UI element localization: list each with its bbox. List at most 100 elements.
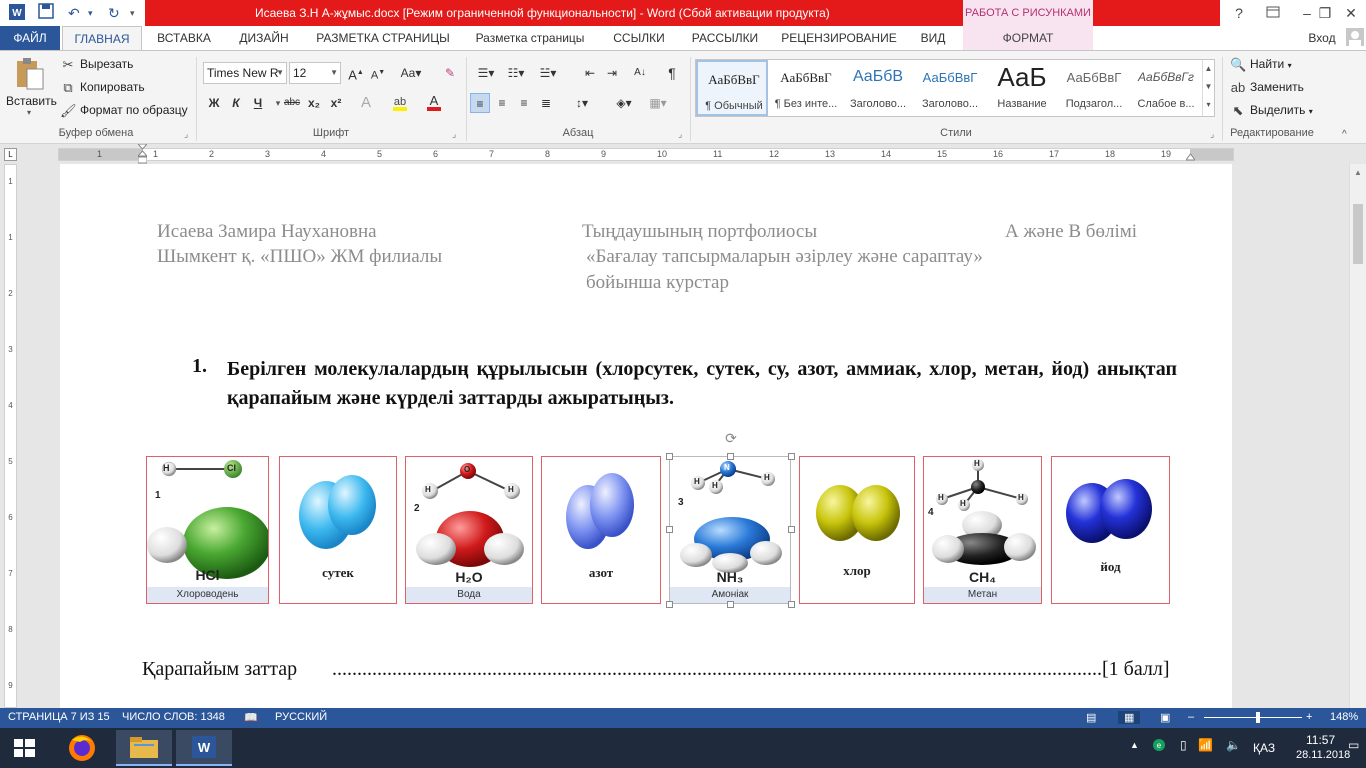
copy-button[interactable]: ⧉ Копировать	[60, 80, 144, 96]
italic-button[interactable]: К	[226, 93, 246, 113]
show-formatting-marks-icon[interactable]: ¶	[662, 63, 682, 83]
align-left-icon[interactable]: ≡	[470, 93, 490, 113]
multilevel-list-icon[interactable]: ☱▾	[534, 63, 562, 83]
tab-format[interactable]: ФОРМАТ	[963, 26, 1093, 50]
save-icon[interactable]	[38, 3, 54, 23]
scroll-thumb[interactable]	[1353, 204, 1363, 264]
network-icon[interactable]: 📶	[1198, 738, 1213, 752]
font-color-icon[interactable]: A	[424, 93, 444, 113]
align-right-icon[interactable]: ≡	[514, 93, 534, 113]
cut-button[interactable]: ✂ Вырезать	[60, 57, 134, 73]
molecule-iodine-image[interactable]: йод	[1051, 456, 1170, 604]
notifications-icon[interactable]: ▭	[1348, 738, 1359, 752]
styles-launcher-icon[interactable]: ⌟	[1210, 129, 1214, 140]
vertical-scrollbar[interactable]: ▲	[1349, 164, 1366, 708]
paste-button[interactable]: Вставить ▾	[6, 57, 57, 123]
subscript-button[interactable]: x₂	[304, 93, 324, 113]
resize-handle[interactable]	[788, 526, 795, 533]
shading-icon[interactable]: ◈▾	[610, 93, 638, 113]
line-spacing-icon[interactable]: ↕▾	[568, 93, 596, 113]
read-mode-icon[interactable]: ▤	[1086, 711, 1096, 724]
style-subtle-emphasis[interactable]: АаБбВвГг Слабое в...	[1130, 60, 1202, 116]
vertical-ruler[interactable]: 1 1 2 3 4 5 6 7 8 9	[0, 164, 20, 708]
tab-design[interactable]: ДИЗАЙН	[228, 26, 300, 50]
page-indicator[interactable]: СТРАНИЦА 7 ИЗ 15	[8, 711, 110, 723]
answer-dotted-line[interactable]: ........................................…	[332, 658, 1102, 681]
clear-formatting-icon[interactable]: ✎	[440, 63, 460, 83]
bullets-icon[interactable]: ☰▾	[472, 63, 500, 83]
zoom-out-icon[interactable]: –	[1188, 711, 1194, 723]
undo-dropdown-icon[interactable]: ▾	[88, 3, 93, 23]
zoom-in-icon[interactable]: +	[1306, 711, 1312, 723]
style-no-spacing[interactable]: АаБбВвГ ¶ Без инте...	[770, 60, 842, 116]
molecule-hcl-image[interactable]: 1 H Cl HCl Хлороводень	[146, 456, 269, 604]
zoom-level[interactable]: 148%	[1330, 711, 1358, 723]
font-size-combo[interactable]: 12 ▼	[289, 62, 341, 84]
word-app-icon[interactable]: W	[8, 3, 26, 23]
zoom-slider-thumb[interactable]	[1256, 712, 1260, 723]
tray-overflow-icon[interactable]: ▲	[1130, 740, 1139, 750]
print-layout-icon[interactable]: ▦	[1118, 711, 1141, 724]
battery-icon[interactable]: ▯	[1180, 738, 1187, 752]
document-page[interactable]: Исаева Замира Наухановна Шымкент қ. «ПШО…	[60, 164, 1232, 708]
horizontal-ruler[interactable]: L 1 1 2 3 4 5 6 7 8 9 10 11 12 13 14 15 16 17 18 19	[0, 143, 1366, 164]
decrease-indent-icon[interactable]: ⇤	[580, 63, 600, 83]
underline-button[interactable]: Ч	[248, 93, 268, 113]
zoom-slider[interactable]	[1204, 717, 1302, 718]
tab-file[interactable]: ФАЙЛ	[0, 26, 60, 50]
word-taskbar-icon[interactable]: W	[176, 730, 232, 766]
sign-in-link[interactable]: Вход	[1300, 26, 1344, 50]
user-avatar-icon[interactable]	[1344, 26, 1366, 50]
tab-view[interactable]: ВИД	[908, 26, 958, 50]
sort-icon[interactable]: A↓	[630, 63, 650, 83]
tab-selector-icon[interactable]: L	[4, 148, 17, 161]
tab-references[interactable]: ССЫЛКИ	[602, 26, 676, 50]
resize-handle[interactable]	[666, 526, 673, 533]
file-explorer-icon[interactable]	[116, 730, 172, 766]
clipboard-launcher-icon[interactable]: ⌟	[184, 129, 188, 140]
resize-handle[interactable]	[788, 453, 795, 460]
molecule-hydrogen-image[interactable]: сутек	[279, 456, 397, 604]
align-center-icon[interactable]: ≡	[492, 93, 512, 113]
style-normal[interactable]: АаБбВвГ ¶ Обычный	[696, 60, 768, 116]
font-launcher-icon[interactable]: ⌟	[452, 129, 456, 140]
find-button[interactable]: 🔍 Найти ▾	[1230, 57, 1292, 73]
word-count[interactable]: ЧИСЛО СЛОВ: 1348	[122, 711, 225, 723]
molecule-methane-image[interactable]: 4 H H H H CH₄ Метан	[923, 456, 1042, 604]
tab-review[interactable]: РЕЦЕНЗИРОВАНИЕ	[774, 26, 904, 50]
strikethrough-button[interactable]: abc	[282, 93, 302, 113]
molecule-water-image[interactable]: 2 H O H H₂O Вода	[405, 456, 533, 604]
close-icon[interactable]: ✕	[1334, 0, 1366, 26]
format-painter-button[interactable]: 🖌 Формат по образцу	[60, 103, 188, 119]
clock-time[interactable]: 11:57	[1306, 733, 1335, 747]
clock-date[interactable]: 28.11.2018	[1296, 749, 1350, 761]
style-subtitle[interactable]: АаБбВвГ Подзагол...	[1058, 60, 1130, 116]
justify-icon[interactable]: ≣	[536, 93, 556, 113]
style-title[interactable]: АаБ Название	[986, 60, 1058, 116]
security-tray-icon[interactable]: e	[1152, 738, 1166, 755]
qat-customize-icon[interactable]: ▾	[130, 3, 135, 23]
volume-icon[interactable]: 🔈	[1226, 738, 1241, 752]
molecule-chlorine-image[interactable]: хлор	[799, 456, 915, 604]
resize-handle[interactable]	[666, 601, 673, 608]
web-layout-icon[interactable]: ▣	[1160, 711, 1170, 724]
firefox-icon[interactable]	[54, 730, 110, 766]
change-case-icon[interactable]: Aa▾	[396, 63, 426, 83]
right-indent-marker-icon[interactable]	[1185, 150, 1196, 162]
font-name-combo[interactable]: Times New R ▼	[203, 62, 287, 84]
language-indicator[interactable]: РУССКИЙ	[275, 711, 327, 723]
molecule-ammonia-image[interactable]: 3 N H H H NH₃ Амоніак	[669, 456, 791, 604]
select-button[interactable]: ⬉ Выделить ▾	[1230, 103, 1313, 119]
numbering-icon[interactable]: ☷▾	[502, 63, 530, 83]
text-effects-icon[interactable]: A	[356, 93, 376, 113]
tab-mailings[interactable]: РАССЫЛКИ	[684, 26, 766, 50]
tab-insert[interactable]: ВСТАВКА	[148, 26, 220, 50]
bold-button[interactable]: Ж	[204, 93, 224, 113]
grow-font-icon[interactable]: A▲	[346, 63, 366, 83]
help-button[interactable]: ?	[1222, 0, 1256, 26]
tab-home[interactable]: ГЛАВНАЯ	[62, 26, 142, 50]
collapse-ribbon-icon[interactable]: ^	[1342, 129, 1347, 140]
superscript-button[interactable]: x²	[326, 93, 346, 113]
proofing-icon[interactable]: 📖	[244, 711, 258, 724]
keyboard-language[interactable]: ҚАЗ	[1253, 741, 1275, 755]
